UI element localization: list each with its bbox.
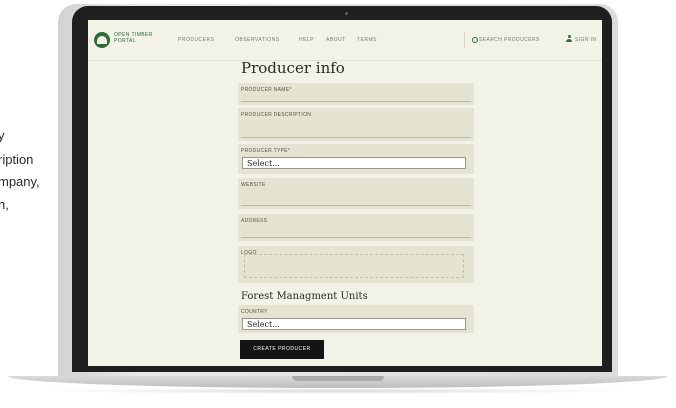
nav-item-about[interactable]: ABOUT: [326, 37, 346, 43]
side-caption-line: y: [0, 128, 5, 143]
search-placeholder: SEARCH PRODUCERS: [479, 37, 540, 43]
sign-in-label: SIGN IN: [575, 37, 597, 43]
producer-name-field[interactable]: PRODUCER NAME*: [238, 83, 474, 105]
search-producers[interactable]: SEARCH PRODUCERS: [464, 32, 545, 48]
logo-upload-dropzone[interactable]: [244, 254, 464, 278]
nav-item-producers[interactable]: PRODUCERS: [178, 37, 214, 43]
laptop-shadow: [40, 388, 636, 394]
producer-description-input[interactable]: [241, 137, 471, 138]
address-field[interactable]: ADDRESS: [238, 214, 474, 241]
producer-description-field[interactable]: PRODUCER DESCRIPTION: [238, 108, 474, 141]
laptop-notch: [292, 376, 384, 381]
side-caption-line: ription: [0, 152, 34, 167]
side-caption-line: h,: [0, 197, 9, 212]
side-caption-line: mpany,: [0, 174, 40, 189]
tree-logo-icon[interactable]: [94, 32, 110, 48]
field-label: ADDRESS: [241, 218, 268, 224]
logo-text[interactable]: OPEN TIMBER PORTAL: [114, 32, 154, 44]
producer-name-input[interactable]: [241, 101, 471, 102]
producer-type-field: PRODUCER TYPE* Select...: [238, 144, 474, 174]
field-label: COUNTRY: [241, 309, 268, 315]
country-field: COUNTRY Select...: [238, 305, 474, 333]
page-title: Producer info: [241, 59, 345, 77]
nav-item-observations[interactable]: OBSERVATIONS: [235, 37, 280, 43]
fmu-section-title: Forest Managment Units: [241, 291, 368, 302]
field-label: PRODUCER DESCRIPTION: [241, 112, 312, 118]
laptop-screen: OPEN TIMBER PORTAL PRODUCERS OBSERVATION…: [88, 20, 602, 366]
user-icon: [566, 35, 572, 42]
search-icon: [472, 37, 478, 43]
logo-field: LOGO: [238, 246, 474, 283]
webcam-icon: [345, 12, 348, 15]
nav-item-terms[interactable]: TERMS: [357, 37, 377, 43]
field-label: PRODUCER NAME*: [241, 87, 292, 93]
producer-type-select[interactable]: Select...: [242, 157, 466, 169]
navbar: OPEN TIMBER PORTAL PRODUCERS OBSERVATION…: [88, 20, 602, 61]
field-label: PRODUCER TYPE*: [241, 148, 291, 154]
website-input[interactable]: [241, 205, 471, 206]
address-input[interactable]: [241, 237, 471, 238]
country-select[interactable]: Select...: [242, 318, 466, 330]
website-field[interactable]: WEBSITE: [238, 178, 474, 209]
field-label: WEBSITE: [241, 182, 266, 188]
sign-in-button[interactable]: SIGN IN: [566, 34, 602, 46]
create-producer-button[interactable]: CREATE PRODUCER: [240, 340, 324, 359]
nav-item-help[interactable]: HELP: [299, 37, 314, 43]
